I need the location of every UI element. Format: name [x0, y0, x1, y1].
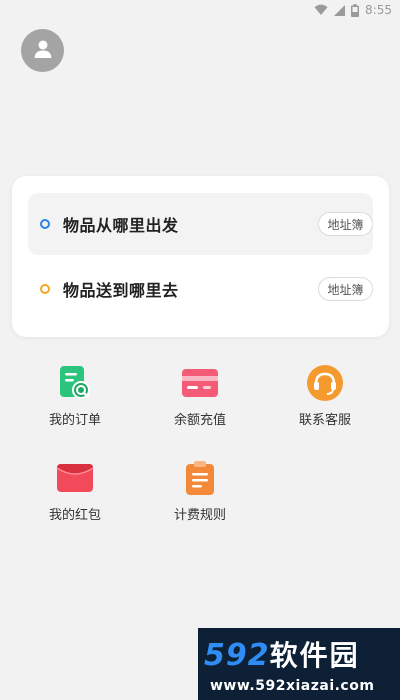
card-icon [180, 363, 220, 403]
dropoff-dot-icon [40, 284, 50, 294]
status-bar: 8:55 [0, 0, 400, 20]
menu-item-balance-recharge[interactable]: 余额充值 [150, 363, 250, 433]
menu-item-red-envelope[interactable]: 我的红包 [25, 458, 125, 528]
menu-item-label: 联系客服 [298, 413, 351, 428]
signal-icon [334, 4, 346, 16]
menu-item-customer-service[interactable]: 联系客服 [275, 363, 375, 433]
status-time: 8:55 [365, 3, 392, 17]
pickup-address-row[interactable]: 物品从哪里出发 地址簿 [28, 193, 373, 255]
dropoff-address-label: 物品送到哪里去 [63, 281, 179, 300]
watermark-brand-cn: 软件园 [269, 639, 360, 672]
dropoff-address-book-button[interactable]: 地址簿 [318, 277, 373, 301]
menu-item-label: 计费规则 [173, 508, 226, 523]
clipboard-icon [180, 458, 220, 498]
menu-item-label: 余额充值 [173, 413, 226, 428]
watermark-brand: 592 [204, 638, 270, 673]
wifi-icon [314, 4, 328, 16]
pickup-dot-icon [40, 219, 50, 229]
user-icon [33, 39, 53, 63]
watermark-logo: 592软件园 www.592xiazai.com [198, 628, 400, 700]
menu-item-label: 我的订单 [48, 413, 101, 428]
headset-icon [305, 363, 345, 403]
watermark-url: www.592xiazai.com [210, 678, 375, 694]
battery-icon [351, 3, 360, 17]
avatar[interactable] [21, 29, 64, 72]
red-envelope-icon [55, 458, 95, 498]
menu-item-pricing-rules[interactable]: 计费规则 [150, 458, 250, 528]
order-search-icon [55, 363, 95, 403]
pickup-address-label: 物品从哪里出发 [63, 216, 179, 235]
pickup-address-book-button[interactable]: 地址簿 [318, 212, 373, 236]
address-card: 物品从哪里出发 地址簿 物品送到哪里去 地址簿 [12, 176, 389, 337]
dropoff-address-row[interactable]: 物品送到哪里去 地址簿 [28, 258, 373, 320]
menu-item-my-orders[interactable]: 我的订单 [25, 363, 125, 433]
menu-item-label: 我的红包 [48, 508, 101, 523]
